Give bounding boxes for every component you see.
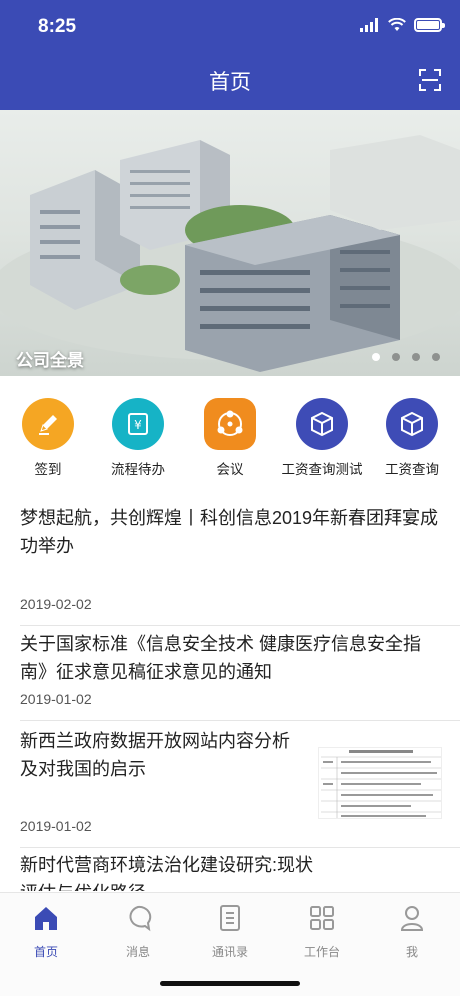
status-time: 8:25: [38, 16, 77, 37]
news-thumbnail[interactable]: [318, 747, 442, 819]
news-date: 2019-01-02: [20, 691, 92, 707]
grid-icon: [310, 906, 334, 930]
quick-action-salary-test[interactable]: 工资查询测试: [276, 398, 368, 478]
home-indicator: [160, 981, 300, 986]
user-icon: [400, 906, 424, 931]
message-icon: [129, 905, 152, 932]
carousel-dot[interactable]: [392, 353, 400, 361]
tab-messages[interactable]: 消息: [92, 903, 184, 960]
quick-action-label: 工资查询测试: [281, 462, 363, 477]
ticket-icon: ¥: [112, 398, 164, 450]
quick-action-label: 工资查询: [385, 462, 439, 477]
quick-action-pending-workflow[interactable]: ¥ 流程待办: [92, 398, 184, 478]
tab-home[interactable]: 首页: [0, 903, 92, 960]
news-date: 2019-01-02: [20, 818, 92, 834]
news-title[interactable]: 新西兰政府数据开放网站内容分析及对我国的启示: [20, 727, 305, 783]
pen-icon: [22, 398, 74, 450]
tab-label: 首页: [33, 945, 58, 959]
cube-icon: [386, 398, 438, 450]
news-title[interactable]: 梦想起航，共创辉煌丨科创信息2019年新春团拜宴成功举办: [20, 504, 440, 560]
carousel-dot[interactable]: [372, 353, 380, 361]
battery-icon: [414, 18, 445, 32]
divider: [20, 720, 460, 721]
building-image: [0, 135, 460, 372]
contacts-icon: [220, 905, 240, 931]
tab-me[interactable]: 我: [366, 903, 458, 960]
carousel-dot[interactable]: [432, 353, 440, 361]
banner-caption: 公司全景: [16, 351, 84, 370]
divider: [20, 847, 460, 848]
tab-label: 我: [405, 945, 418, 959]
meeting-icon: [204, 398, 256, 450]
page-title: 首页: [209, 71, 251, 94]
svg-text:¥: ¥: [134, 418, 142, 432]
quick-action-label: 会议: [216, 462, 244, 477]
quick-action-meeting[interactable]: 会议: [184, 398, 276, 478]
scan-icon[interactable]: [418, 68, 442, 92]
tab-label: 消息: [125, 945, 150, 959]
cube-icon: [296, 398, 348, 450]
quick-action-sign-in[interactable]: 签到: [2, 398, 94, 478]
tab-workbench[interactable]: 工作台: [276, 903, 368, 960]
news-title[interactable]: 新时代营商环境法治化建设研究:现状评估与优化路径: [20, 851, 320, 891]
tab-contacts[interactable]: 通讯录: [184, 903, 276, 960]
carousel-indicator[interactable]: [372, 353, 440, 361]
quick-action-label: 签到: [34, 462, 62, 477]
tab-label: 通讯录: [211, 945, 248, 959]
quick-action-label: 流程待办: [111, 462, 165, 477]
status-icons: [360, 18, 445, 32]
signal-icon: [360, 18, 378, 32]
carousel-dot[interactable]: [412, 353, 420, 361]
tab-label: 工作台: [303, 945, 340, 959]
banner-carousel[interactable]: 公司全景: [0, 110, 460, 376]
news-title[interactable]: 关于国家标准《信息安全技术 健康医疗信息安全指南》征求意见稿征求意见的通知: [20, 630, 440, 686]
home-icon: [35, 907, 57, 930]
divider: [20, 625, 460, 626]
quick-action-salary[interactable]: 工资查询: [366, 398, 458, 478]
wifi-icon: [388, 18, 406, 31]
news-date: 2019-02-02: [20, 596, 92, 612]
quick-actions: 签到 ¥ 流程待办 会议 工资查询测试 工资查询: [0, 376, 460, 486]
top-header: 8:25 首页: [0, 0, 460, 110]
